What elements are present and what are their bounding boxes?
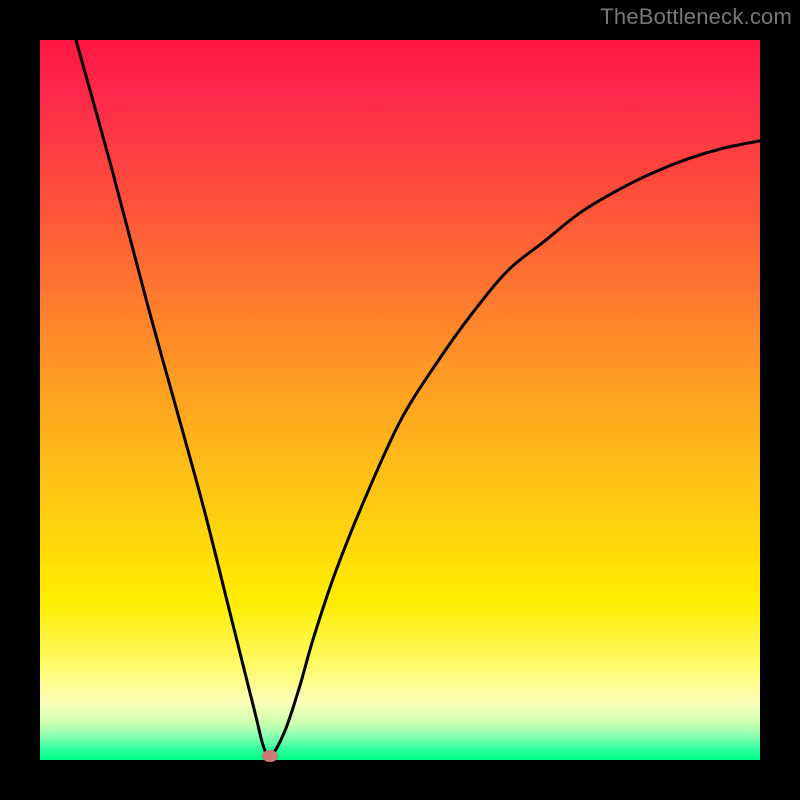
watermark-text: TheBottleneck.com	[600, 4, 792, 30]
plot-area	[40, 40, 760, 760]
bottleneck-curve	[40, 40, 760, 760]
optimal-point-marker	[262, 750, 278, 762]
chart-frame: TheBottleneck.com	[0, 0, 800, 800]
